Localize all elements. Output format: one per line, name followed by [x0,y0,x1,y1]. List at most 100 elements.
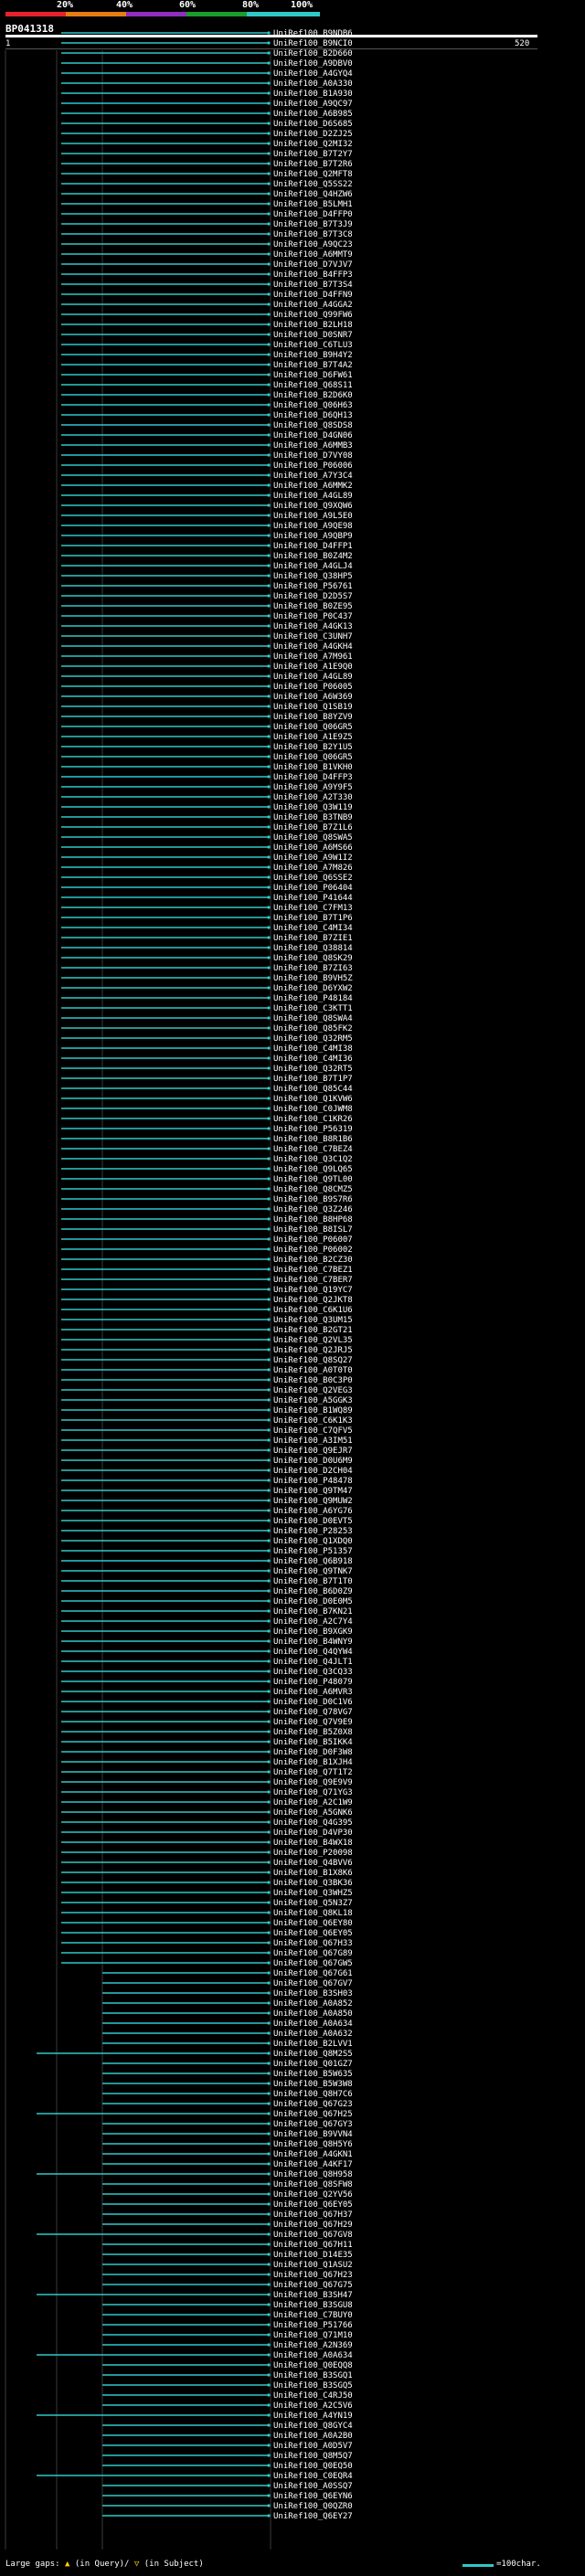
hit-link[interactable]: UniRef100_C6TLU3 [273,341,353,350]
hit-link[interactable]: UniRef100_A6MMT9 [273,250,353,260]
hit-link[interactable]: UniRef100_C7FM13 [273,904,353,913]
hit-link[interactable]: UniRef100_D6FW61 [273,371,353,380]
hit-link[interactable]: UniRef100_B7T1P6 [273,914,353,923]
hit-link[interactable]: UniRef100_D4GN06 [273,431,353,440]
hit-link[interactable]: UniRef100_A0A852 [273,1999,353,2009]
hit-link[interactable]: UniRef100_Q67G23 [273,2100,353,2109]
hit-link[interactable]: UniRef100_Q3BK36 [273,1879,353,1888]
hit-link[interactable]: UniRef100_B7T3C8 [273,230,353,239]
hit-link[interactable]: UniRef100_A4GGA2 [273,301,353,310]
hit-link[interactable]: UniRef100_Q38814 [273,944,353,953]
hit-link[interactable]: UniRef100_Q71M10 [273,2331,353,2340]
hit-link[interactable]: UniRef100_Q5SS22 [273,180,353,189]
hit-link[interactable]: UniRef100_D2CH04 [273,1467,353,1476]
hit-link[interactable]: UniRef100_A1E9Z5 [273,733,353,742]
hit-link[interactable]: UniRef100_Q4BVV6 [273,1859,353,1868]
hit-link[interactable]: UniRef100_A4KF17 [273,2160,353,2169]
hit-link[interactable]: UniRef100_A9QC23 [273,240,353,249]
hit-link[interactable]: UniRef100_Q9EJR7 [273,1447,353,1456]
hit-link[interactable]: UniRef100_A6W369 [273,693,353,702]
hit-link[interactable]: UniRef100_Q9TL00 [273,1175,353,1184]
hit-link[interactable]: UniRef100_Q38HP5 [273,572,353,581]
hit-link[interactable]: UniRef100_B7ZIE1 [273,934,353,943]
hit-link[interactable]: UniRef100_P56761 [273,582,353,591]
hit-link[interactable]: UniRef100_Q8H7C6 [273,2090,353,2099]
hit-link[interactable]: UniRef100_B3SGQ5 [273,2381,353,2390]
hit-link[interactable]: UniRef100_B2CZ30 [273,1256,353,1265]
hit-link[interactable]: UniRef100_Q8M5Q7 [273,2452,353,2461]
hit-link[interactable]: UniRef100_B0C3P0 [273,1376,353,1385]
hit-link[interactable]: UniRef100_A0SSQ7 [273,2482,353,2491]
hit-link[interactable]: UniRef100_Q3C1Q2 [273,1155,353,1164]
hit-link[interactable]: UniRef100_B7T3J9 [273,220,353,229]
hit-link[interactable]: UniRef100_B4WNY9 [273,1638,353,1647]
hit-link[interactable]: UniRef100_Q8M2S5 [273,2050,353,2059]
hit-link[interactable]: UniRef100_Q67H11 [273,2241,353,2250]
hit-link[interactable]: UniRef100_Q85C44 [273,1085,353,1094]
hit-link[interactable]: UniRef100_B2D6K0 [273,391,353,400]
hit-link[interactable]: UniRef100_Q67GV8 [273,2231,353,2240]
hit-link[interactable]: UniRef100_B5W635 [273,2070,353,2079]
hit-link[interactable]: UniRef100_Q71YG3 [273,1788,353,1797]
hit-link[interactable]: UniRef100_B3TNB9 [273,813,353,822]
hit-link[interactable]: UniRef100_B9H4Y2 [273,351,353,360]
hit-link[interactable]: UniRef100_A4GYQ4 [273,69,353,79]
hit-link[interactable]: UniRef100_D0EVT5 [273,1517,353,1526]
hit-link[interactable]: UniRef100_B9NCI0 [273,39,353,48]
hit-link[interactable]: UniRef100_B8YZV9 [273,713,353,722]
hit-link[interactable]: UniRef100_D0F3W8 [273,1748,353,1757]
hit-link[interactable]: UniRef100_Q67G75 [273,2281,353,2290]
hit-link[interactable]: UniRef100_A4GLJ4 [273,562,353,571]
hit-link[interactable]: UniRef100_Q3WHZ5 [273,1889,353,1898]
hit-link[interactable]: UniRef100_C0EQR4 [273,2472,353,2481]
hit-link[interactable]: UniRef100_C6K1U6 [273,1306,353,1315]
hit-link[interactable]: UniRef100_P56319 [273,1125,353,1134]
hit-link[interactable]: UniRef100_B9VVN4 [273,2130,353,2139]
hit-link[interactable]: UniRef100_Q67H29 [273,2221,353,2230]
hit-link[interactable]: UniRef100_Q0QZR0 [273,2502,353,2511]
hit-link[interactable]: UniRef100_Q3W119 [273,803,353,812]
hit-link[interactable]: UniRef100_Q1KVW6 [273,1095,353,1104]
hit-link[interactable]: UniRef100_Q06H63 [273,401,353,410]
hit-link[interactable]: UniRef100_P06002 [273,1246,353,1255]
hit-link[interactable]: UniRef100_A0A632 [273,2030,353,2039]
hit-link[interactable]: UniRef100_D4FFP0 [273,210,353,219]
hit-link[interactable]: UniRef100_P06006 [273,461,353,471]
hit-link[interactable]: UniRef100_Q6EY80 [273,1919,353,1928]
hit-link[interactable]: UniRef100_Q99FW6 [273,311,353,320]
hit-link[interactable]: UniRef100_A9Y9F5 [273,783,353,792]
hit-link[interactable]: UniRef100_A4GK13 [273,622,353,631]
hit-link[interactable]: UniRef100_C0JWM8 [273,1105,353,1114]
hit-link[interactable]: UniRef100_D6YXW2 [273,984,353,993]
hit-link[interactable]: UniRef100_D4FFP1 [273,542,353,551]
hit-link[interactable]: UniRef100_C3UNH7 [273,632,353,641]
hit-link[interactable]: UniRef100_A9DBV0 [273,59,353,69]
hit-link[interactable]: UniRef100_C7QFV5 [273,1426,353,1436]
hit-link[interactable]: UniRef100_B6D0Z9 [273,1587,353,1596]
hit-link[interactable]: UniRef100_Q6EYN6 [273,2492,353,2501]
hit-link[interactable]: UniRef100_A0T0T0 [273,1366,353,1375]
hit-link[interactable]: UniRef100_P06005 [273,683,353,692]
hit-link[interactable]: UniRef100_A9QC97 [273,100,353,109]
hit-link[interactable]: UniRef100_Q9TNK7 [273,1567,353,1576]
hit-link[interactable]: UniRef100_B5Z0X8 [273,1728,353,1737]
hit-link[interactable]: UniRef100_Q6B918 [273,1557,353,1566]
hit-link[interactable]: UniRef100_Q0EQ50 [273,2462,353,2471]
hit-link[interactable]: UniRef100_D4VP30 [273,1829,353,1838]
hit-link[interactable]: UniRef100_C6K1K3 [273,1416,353,1426]
hit-link[interactable]: UniRef100_P48184 [273,994,353,1003]
hit-link[interactable]: UniRef100_A4GKN1 [273,2150,353,2159]
hit-link[interactable]: UniRef100_D0E0M5 [273,1597,353,1606]
hit-link[interactable]: UniRef100_B9XGK9 [273,1627,353,1637]
hit-link[interactable]: UniRef100_Q67H25 [273,2110,353,2119]
hit-link[interactable]: UniRef100_Q1ASU2 [273,2261,353,2270]
hit-link[interactable]: UniRef100_Q4QYW4 [273,1648,353,1657]
hit-link[interactable]: UniRef100_B8R1B6 [273,1135,353,1144]
hit-link[interactable]: UniRef100_A3IM51 [273,1436,353,1446]
hit-link[interactable]: UniRef100_Q6EY27 [273,2512,353,2521]
hit-link[interactable]: UniRef100_P20098 [273,1849,353,1858]
hit-link[interactable]: UniRef100_A7M961 [273,652,353,662]
hit-link[interactable]: UniRef100_Q8SDS8 [273,421,353,430]
hit-link[interactable]: UniRef100_B3SH03 [273,1989,353,1998]
hit-link[interactable]: UniRef100_Q06GR5 [273,723,353,732]
